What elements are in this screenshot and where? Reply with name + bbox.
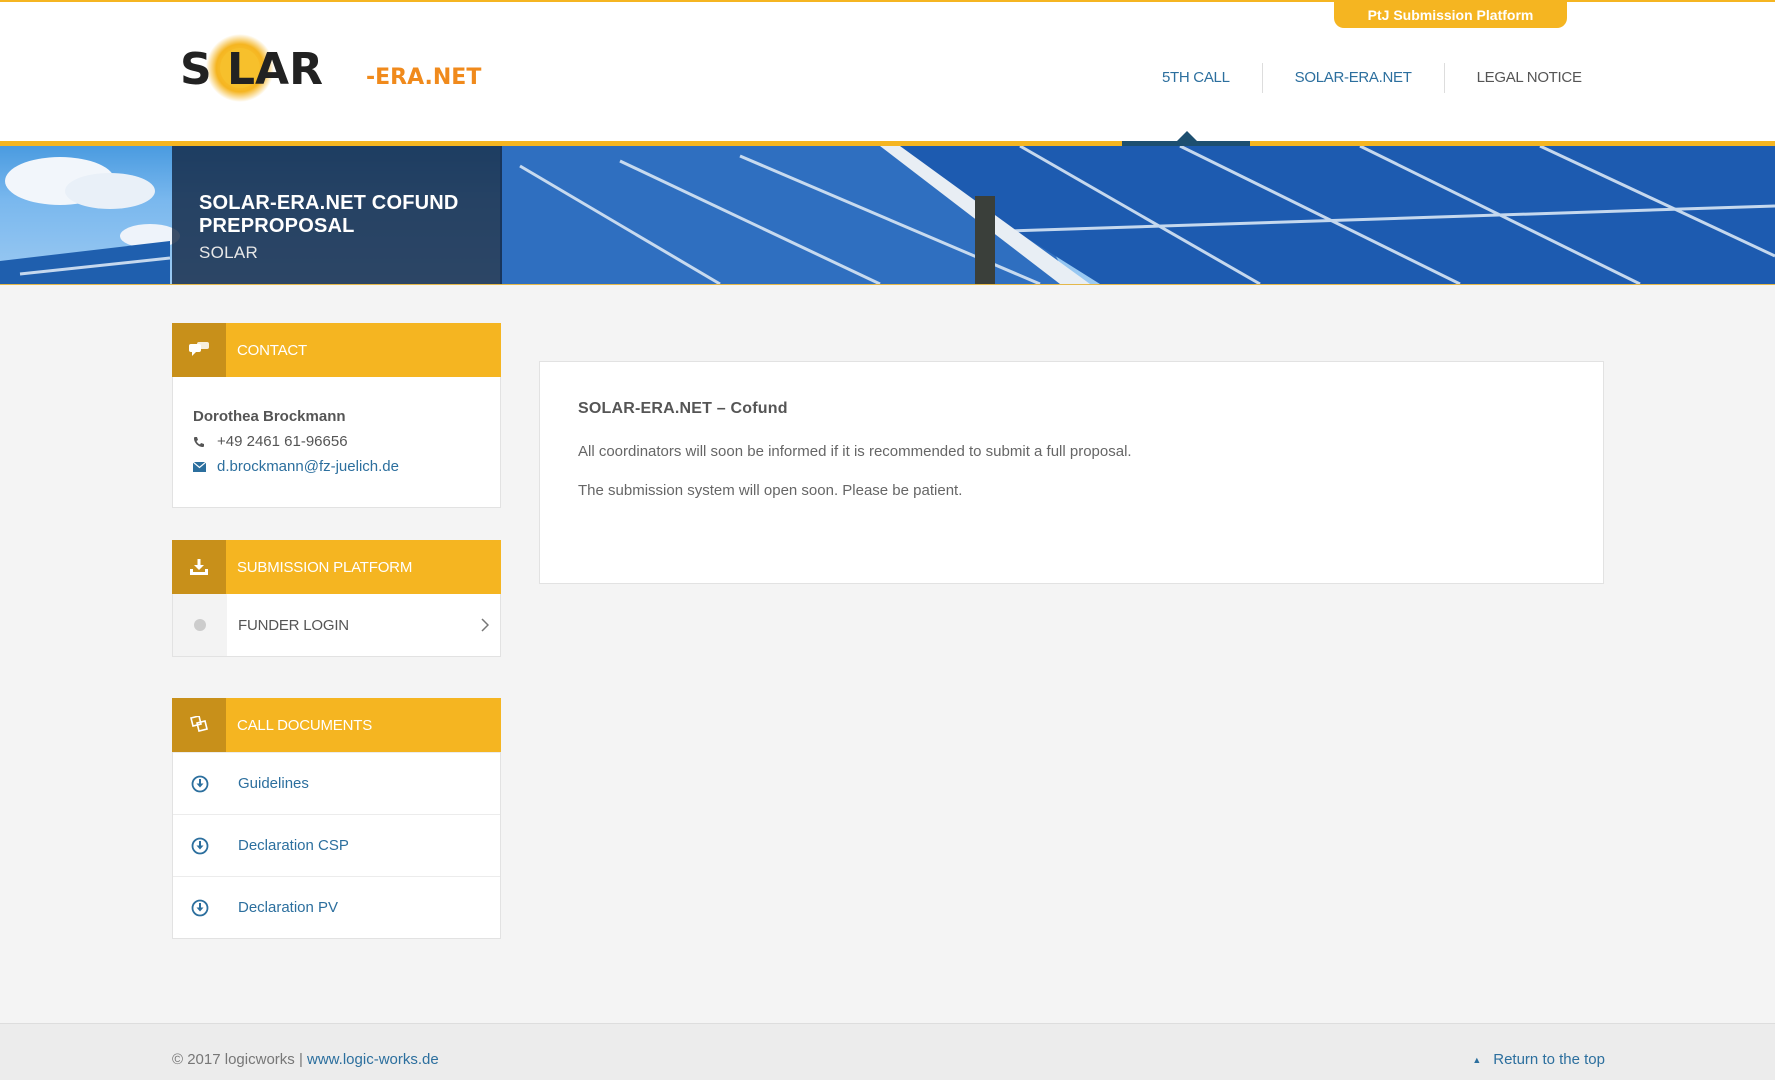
logo-suffix-text: -ERA.NET — [366, 65, 481, 90]
site-header: S LAR -ERA.NET PtJ Submission Platform 5… — [0, 2, 1775, 141]
funder-login-link[interactable]: FUNDER LOGIN — [173, 594, 500, 656]
nav-legal-notice[interactable]: LEGAL NOTICE — [1445, 60, 1614, 96]
download-tray-icon — [172, 540, 226, 594]
content-paragraph: All coordinators will soon be informed i… — [578, 443, 1132, 460]
documents-icon — [172, 698, 226, 752]
funder-login-label: FUNDER LOGIN — [238, 616, 349, 634]
chevron-right-icon — [470, 594, 500, 656]
nav-solar-era-net[interactable]: SOLAR-ERA.NET — [1263, 60, 1444, 96]
document-link-declaration-pv[interactable]: Declaration PV — [173, 876, 500, 938]
ptj-submission-platform-tab[interactable]: PtJ Submission Platform — [1334, 2, 1567, 28]
contact-email-link[interactable]: d.brockmann@fz-juelich.de — [217, 454, 399, 479]
banner-bottom-border — [0, 284, 1775, 285]
footer-copyright: © 2017 logicworks | www.logic-works.de — [172, 1051, 439, 1068]
documents-panel-header: CALL DOCUMENTS — [172, 698, 501, 752]
download-circle-icon — [173, 899, 227, 917]
document-label: Declaration PV — [238, 899, 339, 916]
submission-platform-panel: SUBMISSION PLATFORM FUNDER LOGIN — [172, 540, 501, 657]
content-heading: SOLAR-ERA.NET – Cofund — [578, 400, 788, 417]
contact-phone-row: +49 2461 61-96656 — [193, 429, 480, 454]
phone-icon — [193, 436, 217, 448]
documents-panel-title: CALL DOCUMENTS — [237, 716, 372, 734]
content-paragraph: The submission system will open soon. Pl… — [578, 482, 963, 499]
call-documents-panel: CALL DOCUMENTS Guidelines Declaration CS… — [172, 698, 501, 939]
return-to-top-label: Return to the top — [1493, 1051, 1605, 1068]
banner-subtitle: SOLAR — [199, 243, 259, 262]
contact-panel: CONTACT Dorothea Brockmann +49 2461 61-9… — [172, 323, 501, 508]
contact-details: Dorothea Brockmann +49 2461 61-96656 d.b… — [173, 377, 500, 507]
arrow-up-icon: ▲ — [1472, 1054, 1482, 1065]
download-circle-icon — [173, 775, 227, 793]
copyright-text: © 2017 logicworks | — [172, 1051, 308, 1068]
submission-panel-title: SUBMISSION PLATFORM — [237, 558, 413, 576]
nav-active-arrow — [1177, 131, 1197, 141]
logicworks-link[interactable]: www.logic-works.de — [307, 1051, 439, 1068]
solar-era-logo[interactable]: S LAR -ERA.NET — [180, 34, 500, 106]
contact-name: Dorothea Brockmann — [193, 408, 346, 425]
submission-panel-header: SUBMISSION PLATFORM — [172, 540, 501, 594]
logo-main-text: S LAR — [180, 44, 323, 95]
return-to-top-link[interactable]: ▲ Return to the top — [1472, 1051, 1605, 1068]
nav-5th-call[interactable]: 5TH CALL — [1130, 60, 1262, 96]
site-footer: © 2017 logicworks | www.logic-works.de ▲… — [0, 1023, 1775, 1080]
document-label: Guidelines — [238, 775, 309, 792]
contact-phone: +49 2461 61-96656 — [217, 433, 348, 450]
contact-email-row: d.brockmann@fz-juelich.de — [193, 454, 480, 479]
document-link-declaration-csp[interactable]: Declaration CSP — [173, 814, 500, 876]
main-nav: 5TH CALL SOLAR-ERA.NET LEGAL NOTICE — [1130, 60, 1614, 96]
document-label: Declaration CSP — [238, 837, 349, 854]
hero-banner: SOLAR-ERA.NET COFUND PREPROPOSAL SOLAR — [0, 146, 1775, 284]
main-content-box: SOLAR-ERA.NET – Cofund All coordinators … — [539, 361, 1604, 584]
chat-bubbles-icon — [172, 323, 226, 377]
banner-title: SOLAR-ERA.NET COFUND PREPROPOSAL — [199, 192, 459, 237]
download-circle-icon — [173, 837, 227, 855]
envelope-icon — [193, 461, 217, 472]
bullet-dot-icon — [173, 594, 227, 656]
contact-panel-title: CONTACT — [237, 341, 307, 359]
document-link-guidelines[interactable]: Guidelines — [173, 752, 500, 814]
contact-panel-header: CONTACT — [172, 323, 501, 377]
